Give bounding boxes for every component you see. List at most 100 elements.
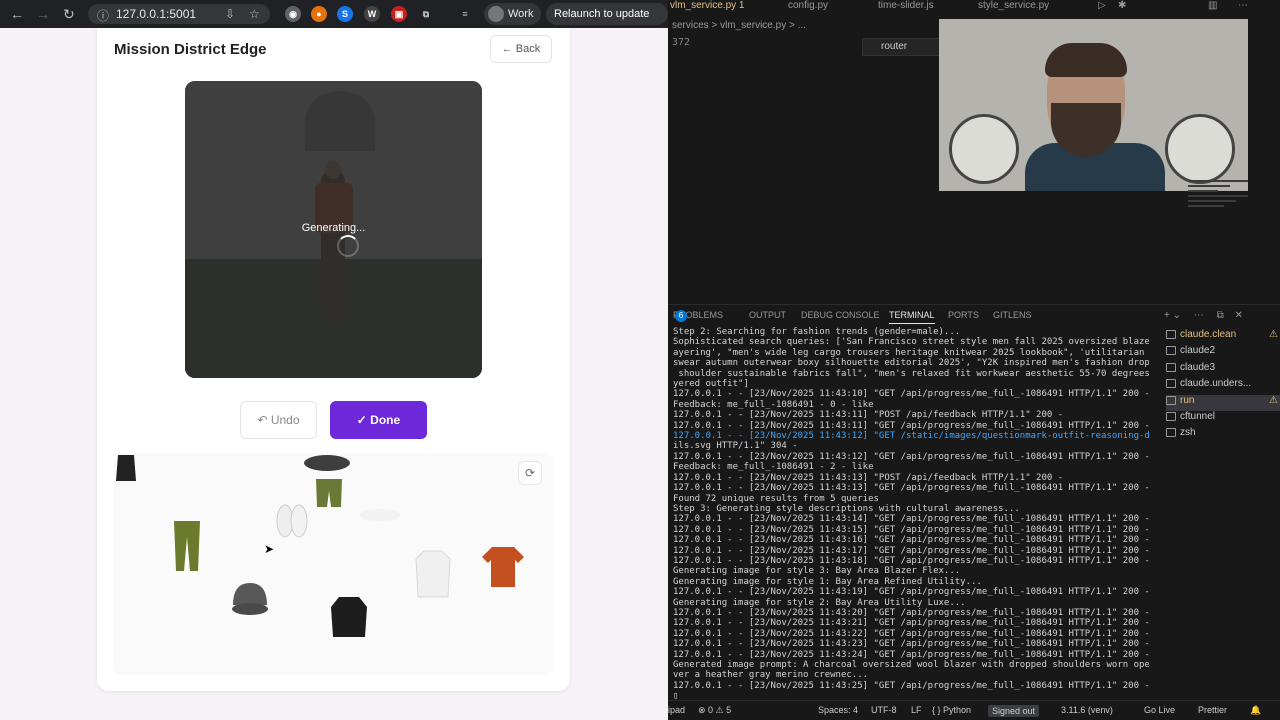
- grey-cap-item[interactable]: [229, 579, 271, 621]
- terminal-line: 127.0.0.1 - - [23/Nov/2025 11:43:10] "GE…: [673, 389, 1149, 400]
- run-icon[interactable]: ▷: [1098, 0, 1106, 11]
- terminal-line: Generating image for style 3: Bay Area B…: [673, 566, 961, 577]
- spaces-status[interactable]: Spaces: 4: [818, 705, 858, 715]
- terminal-icon: [1166, 362, 1176, 372]
- problems-status[interactable]: ⊗ 0 ⚠ 5: [698, 705, 731, 716]
- terminal-output[interactable]: Step 2: Searching for fashion trends (ge…: [673, 327, 1149, 701]
- panel-more-icon[interactable]: ⋯: [1194, 310, 1204, 321]
- puzzle-extensions-icon[interactable]: ⧉: [418, 6, 434, 22]
- green-pants-item[interactable]: [172, 519, 202, 573]
- terminal-item-claude2[interactable]: claude2: [1166, 345, 1280, 361]
- terminal-line: Generating image for style 2: Bay Area U…: [673, 597, 966, 608]
- extension-icon-3[interactable]: S: [337, 6, 353, 22]
- terminal-line: 127.0.0.1 - - [23/Nov/2025 11:43:25] "GE…: [673, 680, 1149, 691]
- terminal-item-claude3[interactable]: claude3: [1166, 362, 1280, 378]
- tab-debug-console[interactable]: DEBUG CONSOLE: [801, 310, 880, 320]
- editor-tabs: vlm_service.py 1 config.py time-slider.j…: [668, 0, 1280, 14]
- bookmark-star-icon[interactable]: ☆: [249, 7, 260, 21]
- terminal-name: claude.clean: [1180, 329, 1237, 340]
- tab-output[interactable]: OUTPUT: [749, 310, 786, 320]
- signed-out-status[interactable]: Signed out: [988, 705, 1040, 717]
- tab-vlm-service[interactable]: vlm_service.py 1: [670, 0, 744, 11]
- tab-gitlens[interactable]: GITLENS: [993, 310, 1032, 320]
- minimap[interactable]: [1188, 180, 1248, 260]
- terminal-line: Step 2: Searching for fashion trends (ge…: [673, 327, 961, 337]
- go-live-button[interactable]: Go Live: [1144, 705, 1175, 715]
- terminal-item-claude-clean[interactable]: claude.clean ⚠: [1166, 329, 1280, 345]
- black-bomber-item[interactable]: [329, 595, 369, 639]
- more-icon[interactable]: ⋯: [1238, 0, 1248, 11]
- close-panel-icon[interactable]: ✕: [1234, 310, 1242, 321]
- profile-label: Work: [508, 8, 534, 20]
- reload-icon[interactable]: ↻: [63, 6, 75, 23]
- outfit-preview-image: Generating...: [185, 81, 482, 378]
- clothing-canvas[interactable]: ⟳: [114, 453, 553, 675]
- green-shorts-item[interactable]: [314, 477, 344, 509]
- install-icon[interactable]: ⇩: [225, 7, 235, 21]
- terminal-item-run[interactable]: run ⚠: [1166, 394, 1280, 411]
- refresh-icon[interactable]: ⟳: [518, 461, 542, 485]
- forward-arrow-icon[interactable]: →: [36, 6, 50, 22]
- problems-badge: 6: [675, 310, 687, 322]
- tab-style-service[interactable]: style_service.py: [978, 0, 1049, 11]
- encoding-status[interactable]: UTF-8: [871, 705, 897, 715]
- prettier-status[interactable]: Prettier: [1198, 705, 1227, 715]
- terminal-item-claude-unders-[interactable]: claude.unders...: [1166, 378, 1280, 394]
- terminal-name: claude2: [1180, 345, 1216, 357]
- white-shirt-item[interactable]: [414, 549, 452, 599]
- tab-ports[interactable]: PORTS: [948, 310, 979, 320]
- reading-list-icon[interactable]: ≡: [457, 6, 473, 22]
- terminal-icon: [1166, 428, 1176, 438]
- status-left[interactable]: ipad: [668, 705, 685, 715]
- terminal-list: claude.clean ⚠ claude2 claude3 claude.unders…: [1166, 329, 1280, 444]
- profile-button[interactable]: Work: [484, 3, 542, 25]
- terminal-name: zsh: [1180, 427, 1196, 439]
- language-status[interactable]: { } Python: [932, 705, 971, 715]
- vscode-window: vlm_service.py 1 config.py time-slider.j…: [668, 0, 1280, 720]
- terminal-line: 127.0.0.1 - - [23/Nov/2025 11:43:20] "GE…: [673, 607, 1149, 618]
- back-arrow-icon[interactable]: ←: [10, 6, 24, 22]
- cap-item[interactable]: [302, 453, 352, 473]
- site-info-icon[interactable]: ⓘ: [97, 7, 109, 24]
- leather-jacket-item[interactable]: [114, 453, 138, 483]
- page-title: Mission District Edge: [114, 41, 267, 58]
- done-button[interactable]: ✓ Done: [330, 401, 427, 439]
- white-shoe-item[interactable]: [358, 505, 402, 525]
- terminal-line: 127.0.0.1 - - [23/Nov/2025 11:43:22] "GE…: [673, 628, 1149, 639]
- router-symbol[interactable]: router: [862, 38, 944, 56]
- orange-tshirt-item[interactable]: [480, 545, 526, 589]
- web-page: Mission District Edge ← Back Generating.…: [0, 28, 668, 720]
- extension-icon-4[interactable]: W: [364, 6, 380, 22]
- split-editor-icon[interactable]: ▥: [1208, 0, 1217, 11]
- terminal-line: 127.0.0.1 - - [23/Nov/2025 11:43:12] "GE…: [673, 451, 1149, 462]
- mouse-cursor-icon: ➤: [264, 542, 275, 556]
- tab-config[interactable]: config.py: [788, 0, 828, 11]
- white-sneakers-item[interactable]: [274, 499, 310, 541]
- extension-icon-1[interactable]: ◉: [285, 6, 301, 22]
- maximize-icon[interactable]: ⧉: [1217, 310, 1224, 321]
- breadcrumb: services > vlm_service.py > ...: [672, 20, 806, 31]
- undo-button[interactable]: ↶ Undo: [240, 401, 317, 439]
- terminal-line: 127.0.0.1 - - [23/Nov/2025 11:43:15] "GE…: [673, 524, 1149, 535]
- terminal-line: Feedback: me_full_-1086491 - 2 - like: [673, 462, 874, 473]
- terminal-line: 127.0.0.1 - - [23/Nov/2025 11:43:24] "GE…: [673, 649, 1149, 660]
- back-button[interactable]: ← Back: [490, 35, 552, 63]
- terminal-icon: [1166, 346, 1176, 356]
- extension-icon-5[interactable]: ▣: [391, 6, 407, 22]
- terminal-item-cftunnel[interactable]: cftunnel: [1166, 411, 1280, 427]
- eol-status[interactable]: LF: [911, 705, 922, 715]
- python-version-status[interactable]: 3.11.6 (venv): [1061, 705, 1113, 715]
- terminal-line: 127.0.0.1 - - [23/Nov/2025 11:43:14] "GE…: [673, 514, 1149, 525]
- tab-terminal[interactable]: TERMINAL: [889, 310, 935, 324]
- extension-icon-2[interactable]: ●: [311, 6, 327, 22]
- copilot-icon[interactable]: ✱: [1118, 0, 1126, 11]
- outfit-card: Mission District Edge ← Back Generating.…: [97, 28, 570, 691]
- relaunch-button[interactable]: Relaunch to update ⋮: [546, 3, 668, 42]
- tab-time-slider[interactable]: time-slider.js: [878, 0, 934, 11]
- terminal-line: Found 72 unique results from 5 queries: [673, 493, 879, 504]
- terminal-icon: [1166, 411, 1176, 421]
- new-terminal-icon[interactable]: + ⌄: [1164, 310, 1181, 321]
- address-bar[interactable]: ⓘ 127.0.0.1:5001 ⇩ ☆: [88, 4, 270, 24]
- notifications-icon[interactable]: 🔔: [1250, 705, 1261, 716]
- terminal-item-zsh[interactable]: zsh: [1166, 427, 1280, 443]
